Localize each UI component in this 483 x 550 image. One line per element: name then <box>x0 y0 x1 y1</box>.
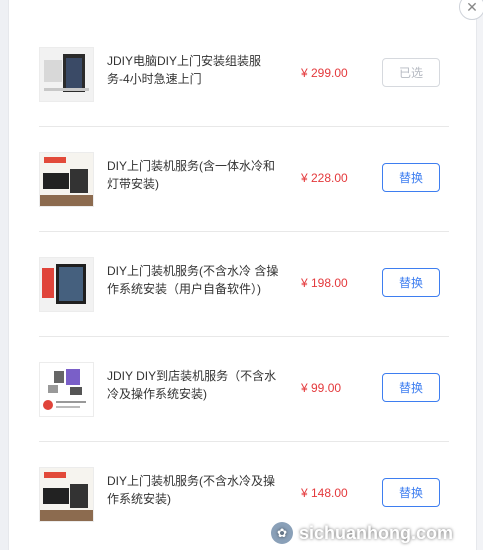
replace-button[interactable]: 替换 <box>382 268 440 297</box>
watermark-text: sichuanhong.com <box>298 522 453 543</box>
service-price: ¥ 99.00 <box>301 381 342 395</box>
service-selection-dialog: JDIY电脑DIY上门安装组装服务-4小时急速上门 ¥ 299.00 已选 DI… <box>8 0 477 550</box>
product-thumbnail <box>39 467 94 522</box>
replace-button[interactable]: 替换 <box>382 478 440 507</box>
service-name: DIY上门装机服务(不含水冷及操作系统安装) <box>107 474 276 506</box>
service-price: ¥ 228.00 <box>301 171 348 185</box>
service-name: DIY上门装机服务(不含水冷 含操作系统安装（用户自备软件）) <box>107 264 279 296</box>
watermark: ✿ sichuanhong.com <box>270 522 453 544</box>
service-name: DIY上门装机服务(含一体水冷和灯带安装) <box>107 159 276 191</box>
selected-button[interactable]: 已选 <box>382 58 440 87</box>
product-thumbnail <box>39 47 94 102</box>
replace-button[interactable]: 替换 <box>382 163 440 192</box>
list-item: JDIY电脑DIY上门安装组装服务-4小时急速上门 ¥ 299.00 已选 <box>39 22 449 127</box>
product-thumbnail <box>39 362 94 417</box>
service-name: JDIY DIY到店装机服务（不含水冷及操作系统安装) <box>107 369 277 401</box>
product-thumbnail <box>39 152 94 207</box>
service-name: JDIY电脑DIY上门安装组装服务-4小时急速上门 <box>107 54 262 86</box>
list-item: DIY上门装机服务(不含水冷 含操作系统安装（用户自备软件）) ¥ 198.00… <box>39 232 449 337</box>
replace-button[interactable]: 替换 <box>382 373 440 402</box>
list-item: JDIY DIY到店装机服务（不含水冷及操作系统安装) ¥ 99.00 替换 <box>39 337 449 442</box>
product-thumbnail <box>39 257 94 312</box>
watermark-logo-icon: ✿ <box>270 522 293 544</box>
left-overlay <box>0 0 8 550</box>
service-price: ¥ 299.00 <box>301 66 348 80</box>
list-item: DIY上门装机服务(含一体水冷和灯带安装) ¥ 228.00 替换 <box>39 127 449 232</box>
service-list: JDIY电脑DIY上门安装组装服务-4小时急速上门 ¥ 299.00 已选 DI… <box>39 22 449 546</box>
service-price: ¥ 198.00 <box>301 276 348 290</box>
service-price: ¥ 148.00 <box>301 486 348 500</box>
